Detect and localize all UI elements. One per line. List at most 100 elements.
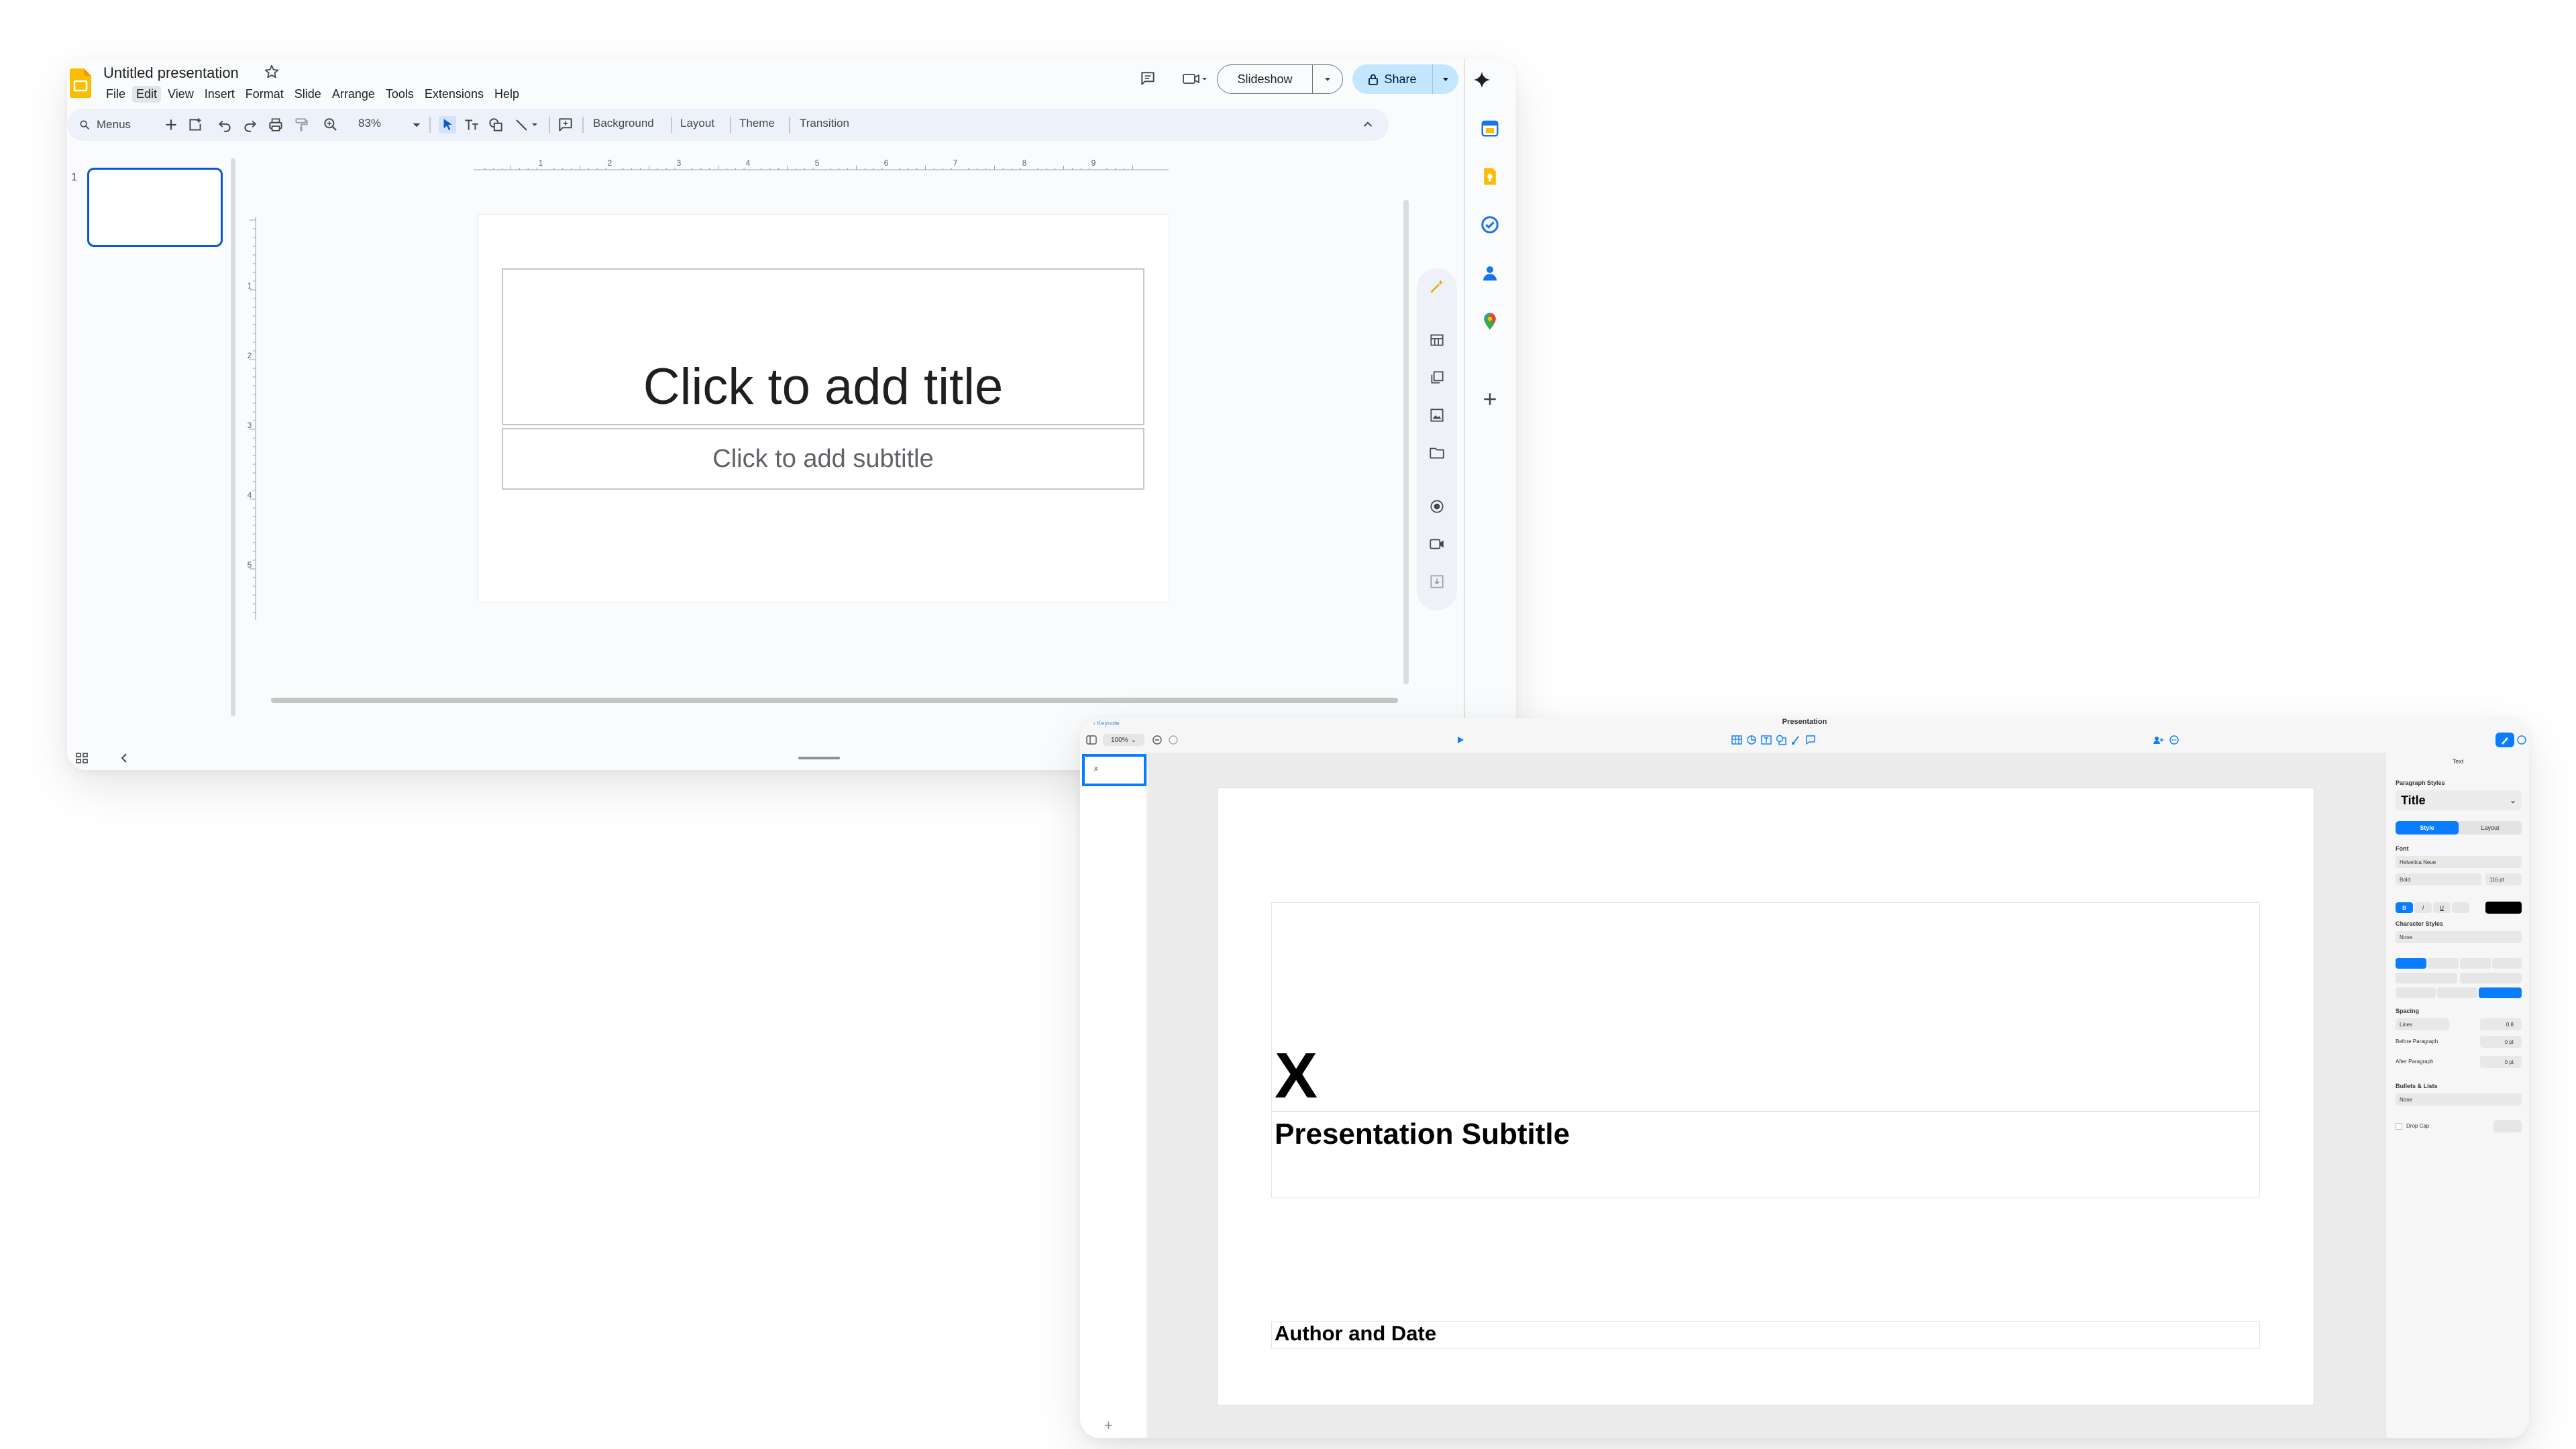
format-button[interactable] <box>2496 733 2514 747</box>
align-top-button[interactable] <box>2396 987 2436 998</box>
shape-icon[interactable] <box>1775 734 1787 746</box>
vertical-scrollbar[interactable] <box>1403 200 1409 684</box>
underline-button[interactable]: U <box>2433 902 2451 913</box>
video-record-icon[interactable] <box>1428 535 1446 553</box>
after-paragraph-field[interactable]: 0 pt <box>2480 1056 2522 1068</box>
speaker-notes-handle[interactable] <box>798 757 840 759</box>
document-title[interactable]: Untitled presentation <box>103 64 239 82</box>
record-icon[interactable] <box>1428 498 1446 515</box>
font-weight-select[interactable]: Bold <box>2396 873 2481 885</box>
align-bottom-button[interactable] <box>2479 987 2522 998</box>
more-options-icon[interactable] <box>2168 734 2180 746</box>
folder-icon[interactable] <box>1428 444 1446 462</box>
menu-slide[interactable]: Slide <box>290 86 325 103</box>
share-dropdown[interactable] <box>1433 74 1458 84</box>
gemini-sparkle-icon[interactable] <box>1472 70 1492 90</box>
text-box-icon[interactable] <box>463 116 480 133</box>
meet-video-icon[interactable] <box>1182 70 1209 87</box>
collaborate-icon[interactable] <box>2152 734 2164 746</box>
slide-thumbnail[interactable]: X <box>1082 754 1146 786</box>
font-size-field[interactable]: 116 pt <box>2485 873 2522 885</box>
before-paragraph-field[interactable]: 0 pt <box>2480 1036 2522 1048</box>
menu-extensions[interactable]: Extensions <box>421 86 488 103</box>
add-addon-icon[interactable] <box>1480 389 1500 409</box>
more-text-options-button[interactable] <box>2452 902 2469 913</box>
maps-icon[interactable] <box>1480 311 1500 331</box>
line-tool-icon[interactable] <box>514 116 541 133</box>
drop-cap-checkbox[interactable] <box>2396 1123 2402 1130</box>
play-icon[interactable] <box>1456 735 1465 745</box>
subtitle-placeholder[interactable]: Click to add subtitle <box>502 428 1144 490</box>
magic-wand-icon[interactable] <box>1428 278 1446 295</box>
menu-help[interactable]: Help <box>490 86 523 103</box>
layout-tab[interactable]: Layout <box>2459 821 2522 835</box>
media-icon[interactable] <box>1790 734 1802 746</box>
collapse-toolbar-icon[interactable] <box>1359 116 1377 133</box>
share-button[interactable]: Share <box>1352 64 1433 94</box>
title-placeholder[interactable]: Click to add title <box>502 268 1144 425</box>
comment-icon[interactable] <box>1139 70 1157 87</box>
slide[interactable]: X Presentation Subtitle Author and Date <box>1218 788 2314 1405</box>
align-center-button[interactable] <box>2428 958 2459 969</box>
undo-icon[interactable] <box>216 116 233 133</box>
shape-icon[interactable] <box>487 116 504 133</box>
print-icon[interactable] <box>267 116 284 133</box>
style-tab[interactable]: Style <box>2396 821 2459 835</box>
zoom-control[interactable]: 100% ⌄ <box>1103 734 1144 746</box>
add-comment-icon[interactable] <box>557 116 574 133</box>
slides-logo-icon[interactable] <box>70 68 91 98</box>
italic-button[interactable]: I <box>2414 902 2432 913</box>
image-icon[interactable] <box>1428 407 1446 424</box>
author-text-box[interactable]: Author and Date <box>1271 1321 2260 1349</box>
new-slide-icon[interactable] <box>162 116 180 133</box>
slide-thumbnail[interactable] <box>87 168 223 247</box>
slide-canvas[interactable]: Click to add title Click to add subtitle <box>478 215 1169 602</box>
slideshow-dropdown[interactable] <box>1313 74 1342 84</box>
filmstrip-scrollbar[interactable] <box>231 158 235 716</box>
breadcrumb-keynote[interactable]: ‹ Keynote <box>1093 720 1120 727</box>
copy-slides-icon[interactable] <box>1428 369 1446 386</box>
keep-icon[interactable] <box>1480 166 1500 186</box>
text-color-well[interactable] <box>2485 902 2522 914</box>
drop-cap-style-select[interactable] <box>2493 1120 2522 1132</box>
slideshow-button[interactable]: Slideshow <box>1218 65 1313 93</box>
import-icon[interactable] <box>1428 573 1446 590</box>
redo-icon[interactable] <box>241 116 259 133</box>
comment-icon[interactable] <box>1805 734 1817 746</box>
horizontal-scrollbar[interactable] <box>271 698 1398 703</box>
layout-button[interactable]: Layout <box>680 117 714 130</box>
background-button[interactable]: Background <box>593 117 654 130</box>
transition-button[interactable]: Transition <box>800 117 849 130</box>
menu-file[interactable]: File <box>102 86 129 103</box>
collaboration-icon[interactable] <box>1167 734 1179 746</box>
grid-view-icon[interactable] <box>74 750 90 766</box>
tasks-icon[interactable] <box>1480 215 1500 235</box>
paragraph-style-select[interactable]: Title ⌄ <box>2396 790 2522 810</box>
chart-icon[interactable] <box>1746 734 1758 746</box>
menu-edit[interactable]: Edit <box>132 86 162 103</box>
bullets-select[interactable]: None <box>2396 1093 2522 1106</box>
justify-button[interactable] <box>2492 958 2522 969</box>
slide-subtitle[interactable]: Presentation Subtitle <box>1275 1118 1570 1151</box>
menu-arrange[interactable]: Arrange <box>328 86 379 103</box>
animate-icon[interactable] <box>2516 734 2528 746</box>
spacing-value-field[interactable]: 0.8 <box>2480 1018 2522 1030</box>
menu-view[interactable]: View <box>164 86 198 103</box>
zoom-icon[interactable] <box>322 116 339 133</box>
subtitle-text-box[interactable]: Presentation Subtitle <box>1271 1112 2260 1197</box>
paint-format-icon[interactable] <box>292 116 310 133</box>
menus-search[interactable]: Menus <box>72 114 138 136</box>
inspector-tab-text[interactable]: Text <box>2386 758 2529 765</box>
star-icon[interactable] <box>263 63 280 80</box>
text-icon[interactable] <box>1760 734 1772 746</box>
decrease-indent-button[interactable] <box>2396 973 2457 983</box>
zoom-value[interactable]: 83% <box>358 117 381 130</box>
font-family-select[interactable]: Helvetica Neue <box>2396 856 2522 868</box>
view-options-icon[interactable] <box>1151 734 1163 746</box>
zoom-caret-icon[interactable] <box>408 116 425 133</box>
table-icon[interactable] <box>1731 734 1743 746</box>
increase-indent-button[interactable] <box>2460 973 2522 983</box>
slide-title[interactable]: X <box>1275 1044 1318 1108</box>
collapse-filmstrip-icon[interactable] <box>117 750 133 766</box>
layouts-icon[interactable] <box>1428 331 1446 349</box>
